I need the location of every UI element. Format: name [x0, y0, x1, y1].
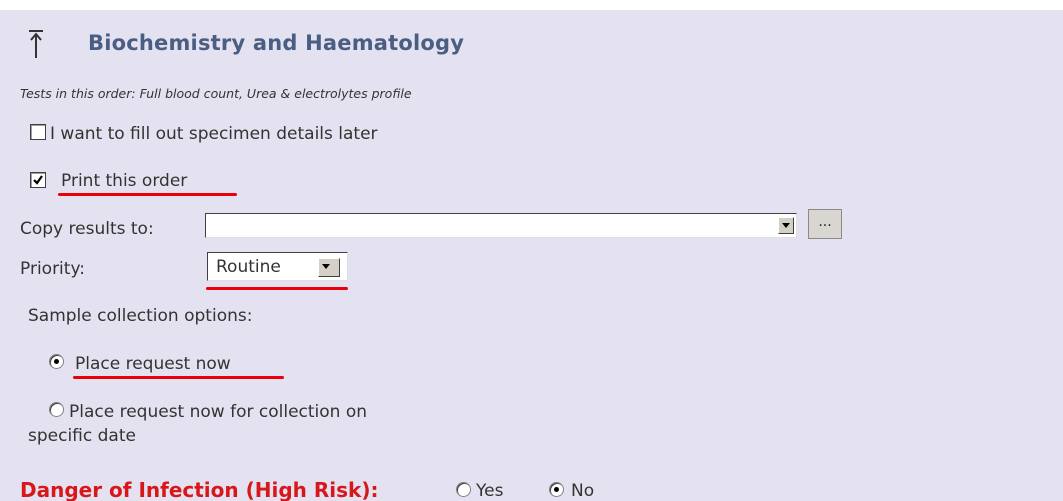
chevron-down-icon[interactable]: [778, 217, 794, 234]
copy-results-label: Copy results to:: [20, 219, 154, 239]
print-order-checkbox[interactable]: [30, 172, 46, 188]
place-now-label[interactable]: Place request now: [75, 354, 231, 374]
specimen-later-label[interactable]: I want to fill out specimen details late…: [50, 124, 378, 144]
chevron-down-icon[interactable]: [318, 258, 340, 277]
section-title: Biochemistry and Haematology: [88, 31, 465, 55]
place-specific-label-line2[interactable]: specific date: [28, 426, 136, 446]
copy-results-combobox[interactable]: [205, 213, 797, 238]
panel-top-border: [0, 0, 1063, 10]
infection-yes-radio[interactable]: [456, 482, 471, 497]
priority-label: Priority:: [20, 259, 85, 279]
infection-no-label[interactable]: No: [571, 481, 594, 501]
order-panel: Biochemistry and Haematology Tests in th…: [0, 0, 1063, 501]
browse-recipients-button[interactable]: ...: [808, 209, 842, 239]
sample-collection-heading: Sample collection options:: [28, 306, 253, 326]
place-now-radio[interactable]: [49, 354, 64, 369]
specimen-later-checkbox[interactable]: [30, 124, 46, 140]
annotation-underline-priority: [206, 287, 348, 290]
place-specific-date-radio[interactable]: [49, 402, 64, 417]
priority-value: Routine: [216, 257, 281, 277]
print-order-label[interactable]: Print this order: [61, 171, 187, 191]
annotation-underline-place-now: [73, 376, 284, 379]
tests-in-order: Tests in this order: Full blood count, U…: [20, 86, 412, 101]
infection-yes-label[interactable]: Yes: [476, 481, 503, 501]
collapse-up-icon[interactable]: [26, 28, 46, 62]
infection-risk-label: Danger of Infection (High Risk):: [20, 478, 379, 501]
priority-select[interactable]: Routine: [207, 252, 348, 281]
infection-no-radio[interactable]: [549, 482, 564, 497]
annotation-underline-print: [58, 193, 237, 196]
place-specific-label-line1[interactable]: Place request now for collection on: [69, 402, 367, 422]
